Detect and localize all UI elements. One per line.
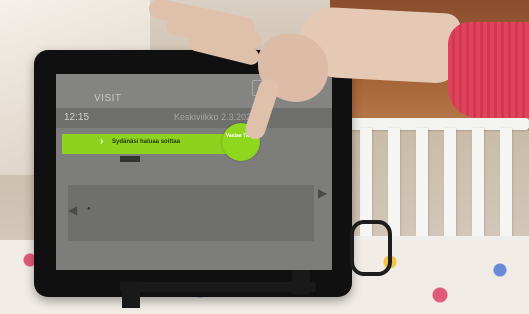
arrow-right-icon[interactable]: ▶ xyxy=(318,186,327,200)
clock-label: 12:15 xyxy=(64,112,90,123)
screen-marker xyxy=(120,156,140,162)
crib-bar xyxy=(500,128,512,250)
tablet-stand xyxy=(120,282,316,292)
brand-label: VISIT xyxy=(94,93,122,104)
stand-foot-right xyxy=(292,270,310,294)
arrow-left-icon[interactable]: ◀ xyxy=(68,203,77,217)
chevron-right-icon: › xyxy=(100,136,104,147)
crib-bar xyxy=(444,128,456,250)
pink-sweater-sleeve xyxy=(448,22,529,118)
crib-bar xyxy=(472,128,484,250)
cable-clip xyxy=(350,220,392,276)
content-panel xyxy=(68,185,314,241)
crib-bar xyxy=(416,128,428,250)
date-label: Keskiviikko 2.3.2022 xyxy=(174,112,257,122)
stand-foot-left xyxy=(122,282,140,308)
page-indicator-dot: ● xyxy=(87,206,91,212)
photo-scene: VISIT ▫ 12:15 Keskiviikko 2.3.2022 › Syd… xyxy=(0,0,529,314)
incoming-call-text: Sydänäsi haluaa soittaa xyxy=(112,139,181,145)
